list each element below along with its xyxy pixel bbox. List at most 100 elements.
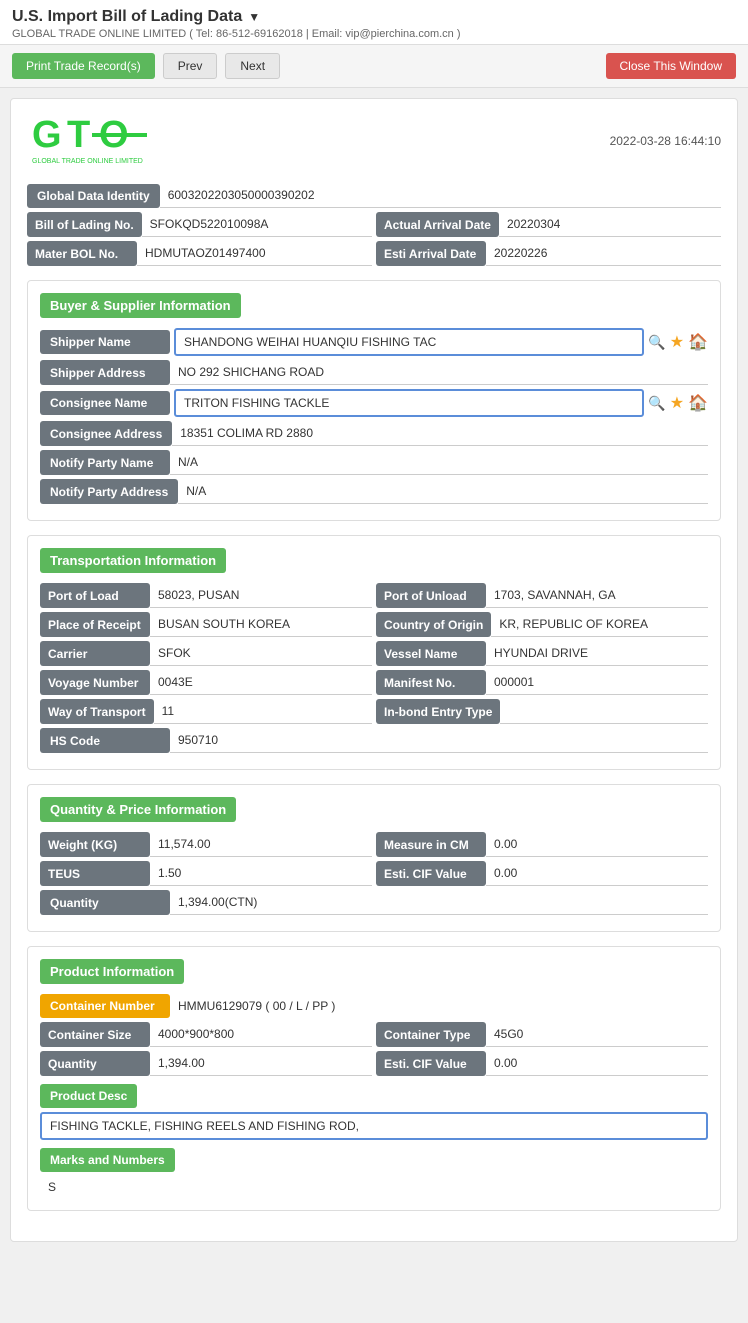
teus-cif-row: TEUS 1.50 Esti. CIF Value 0.00 (40, 861, 708, 886)
logo-box: G T O GLOBAL TRADE ONLINE LIMITED (27, 115, 157, 167)
esti-arrival-label: Esti Arrival Date (376, 241, 486, 266)
company-logo: G T O GLOBAL TRADE ONLINE LIMITED (27, 115, 157, 167)
consignee-address-value: 18351 COLIMA RD 2880 (172, 421, 708, 446)
shipper-address-value: NO 292 SHICHANG ROAD (170, 360, 708, 385)
weight-measure-row: Weight (KG) 11,574.00 Measure in CM 0.00 (40, 832, 708, 857)
svg-text:G: G (32, 115, 62, 156)
transport-inbond-row: Way of Transport 11 In-bond Entry Type (40, 699, 708, 724)
bol-no-value: SFOKQD522010098A (142, 212, 372, 237)
shipper-star-icon[interactable]: ★ (670, 332, 684, 352)
shipper-name-value: SHANDONG WEIHAI HUANQIU FISHING TAC (174, 328, 644, 356)
shipper-name-row: Shipper Name SHANDONG WEIHAI HUANQIU FIS… (40, 328, 708, 356)
next-button[interactable]: Next (225, 53, 280, 79)
consignee-home-icon[interactable]: 🏠 (688, 393, 708, 413)
product-desc-value: FISHING TACKLE, FISHING REELS AND FISHIN… (40, 1112, 708, 1140)
dropdown-arrow-icon[interactable]: ▼ (248, 10, 260, 24)
country-of-origin-field: Country of Origin KR, REPUBLIC OF KOREA (376, 612, 708, 637)
svg-text:GLOBAL TRADE ONLINE LIMITED: GLOBAL TRADE ONLINE LIMITED (32, 158, 143, 165)
container-size-value: 4000*900*800 (150, 1022, 372, 1047)
esti-arrival-value: 20220226 (486, 241, 721, 266)
page-subtitle: GLOBAL TRADE ONLINE LIMITED ( Tel: 86-51… (12, 28, 736, 40)
product-desc-block: Product Desc FISHING TACKLE, FISHING REE… (40, 1084, 708, 1140)
shipper-name-label: Shipper Name (40, 330, 170, 354)
container-size-field: Container Size 4000*900*800 (40, 1022, 372, 1047)
manifest-no-field: Manifest No. 000001 (376, 670, 708, 695)
prev-button[interactable]: Prev (163, 53, 218, 79)
buyer-supplier-section: Buyer & Supplier Information Shipper Nam… (27, 280, 721, 521)
vessel-name-label: Vessel Name (376, 641, 486, 666)
bol-no-label: Bill of Lading No. (27, 212, 142, 237)
shipper-address-row: Shipper Address NO 292 SHICHANG ROAD (40, 360, 708, 385)
voyage-manifest-row: Voyage Number 0043E Manifest No. 000001 (40, 670, 708, 695)
product-quantity-value: 1,394.00 (150, 1051, 372, 1076)
marks-label: Marks and Numbers (40, 1148, 175, 1172)
mater-bol-field: Mater BOL No. HDMUTAOZ01497400 (27, 241, 372, 266)
consignee-address-row: Consignee Address 18351 COLIMA RD 2880 (40, 421, 708, 446)
carrier-value: SFOK (150, 641, 372, 666)
measure-cm-label: Measure in CM (376, 832, 486, 857)
shipper-home-icon[interactable]: 🏠 (688, 332, 708, 352)
consignee-name-value: TRITON FISHING TACKLE (174, 389, 644, 417)
consignee-star-icon[interactable]: ★ (670, 393, 684, 413)
marks-block: Marks and Numbers S (40, 1148, 708, 1198)
weight-kg-field: Weight (KG) 11,574.00 (40, 832, 372, 857)
mater-bol-value: HDMUTAOZ01497400 (137, 241, 372, 266)
carrier-field: Carrier SFOK (40, 641, 372, 666)
teus-label: TEUS (40, 861, 150, 886)
vessel-name-field: Vessel Name HYUNDAI DRIVE (376, 641, 708, 666)
in-bond-entry-field: In-bond Entry Type (376, 699, 708, 724)
actual-arrival-value: 20220304 (499, 212, 721, 237)
global-data-identity-value: 6003202203050000390202 (160, 183, 721, 208)
voyage-number-field: Voyage Number 0043E (40, 670, 372, 695)
container-number-row: Container Number HMMU6129079 ( 00 / L / … (40, 994, 708, 1018)
container-number-label: Container Number (40, 994, 170, 1018)
esti-cif-field: Esti. CIF Value 0.00 (376, 861, 708, 886)
vessel-name-value: HYUNDAI DRIVE (486, 641, 708, 666)
svg-text:T: T (67, 115, 90, 156)
measure-cm-value: 0.00 (486, 832, 708, 857)
shipper-address-label: Shipper Address (40, 360, 170, 385)
port-of-load-field: Port of Load 58023, PUSAN (40, 583, 372, 608)
product-quantity-field: Quantity 1,394.00 (40, 1051, 372, 1076)
place-of-receipt-label: Place of Receipt (40, 612, 150, 637)
voyage-number-value: 0043E (150, 670, 372, 695)
in-bond-entry-value (500, 699, 708, 724)
product-esti-cif-value: 0.00 (486, 1051, 708, 1076)
way-of-transport-value: 11 (154, 699, 372, 724)
container-type-value: 45G0 (486, 1022, 708, 1047)
notify-party-name-row: Notify Party Name N/A (40, 450, 708, 475)
hs-code-row: HS Code 950710 (40, 728, 708, 753)
mater-bol-label: Mater BOL No. (27, 241, 137, 266)
product-info-section: Product Information Container Number HMM… (27, 946, 721, 1211)
quantity-label: Quantity (40, 890, 170, 915)
shipper-search-icon[interactable]: 🔍 (648, 334, 665, 351)
quantity-price-section: Quantity & Price Information Weight (KG)… (27, 784, 721, 932)
carrier-label: Carrier (40, 641, 150, 666)
notify-party-address-label: Notify Party Address (40, 479, 178, 504)
print-button[interactable]: Print Trade Record(s) (12, 53, 155, 79)
page-title: U.S. Import Bill of Lading Data ▼ (12, 8, 736, 26)
way-of-transport-field: Way of Transport 11 (40, 699, 372, 724)
marks-value: S (40, 1176, 708, 1198)
esti-cif-label: Esti. CIF Value (376, 861, 486, 886)
notify-party-address-row: Notify Party Address N/A (40, 479, 708, 504)
weight-kg-value: 11,574.00 (150, 832, 372, 857)
product-esti-cif-field: Esti. CIF Value 0.00 (376, 1051, 708, 1076)
bol-no-field: Bill of Lading No. SFOKQD522010098A (27, 212, 372, 237)
product-quantity-cif-row: Quantity 1,394.00 Esti. CIF Value 0.00 (40, 1051, 708, 1076)
consignee-address-label: Consignee Address (40, 421, 172, 446)
quantity-value: 1,394.00(CTN) (170, 890, 708, 915)
weight-kg-label: Weight (KG) (40, 832, 150, 857)
container-type-label: Container Type (376, 1022, 486, 1047)
actual-arrival-label: Actual Arrival Date (376, 212, 499, 237)
close-button[interactable]: Close This Window (606, 53, 736, 79)
product-quantity-label: Quantity (40, 1051, 150, 1076)
consignee-search-icon[interactable]: 🔍 (648, 395, 665, 412)
voyage-number-label: Voyage Number (40, 670, 150, 695)
container-type-field: Container Type 45G0 (376, 1022, 708, 1047)
buyer-supplier-title: Buyer & Supplier Information (40, 293, 708, 328)
consignee-name-row: Consignee Name TRITON FISHING TACKLE 🔍 ★… (40, 389, 708, 417)
page-header: U.S. Import Bill of Lading Data ▼ GLOBAL… (0, 0, 748, 45)
quantity-row: Quantity 1,394.00(CTN) (40, 890, 708, 915)
product-info-title: Product Information (40, 959, 708, 994)
